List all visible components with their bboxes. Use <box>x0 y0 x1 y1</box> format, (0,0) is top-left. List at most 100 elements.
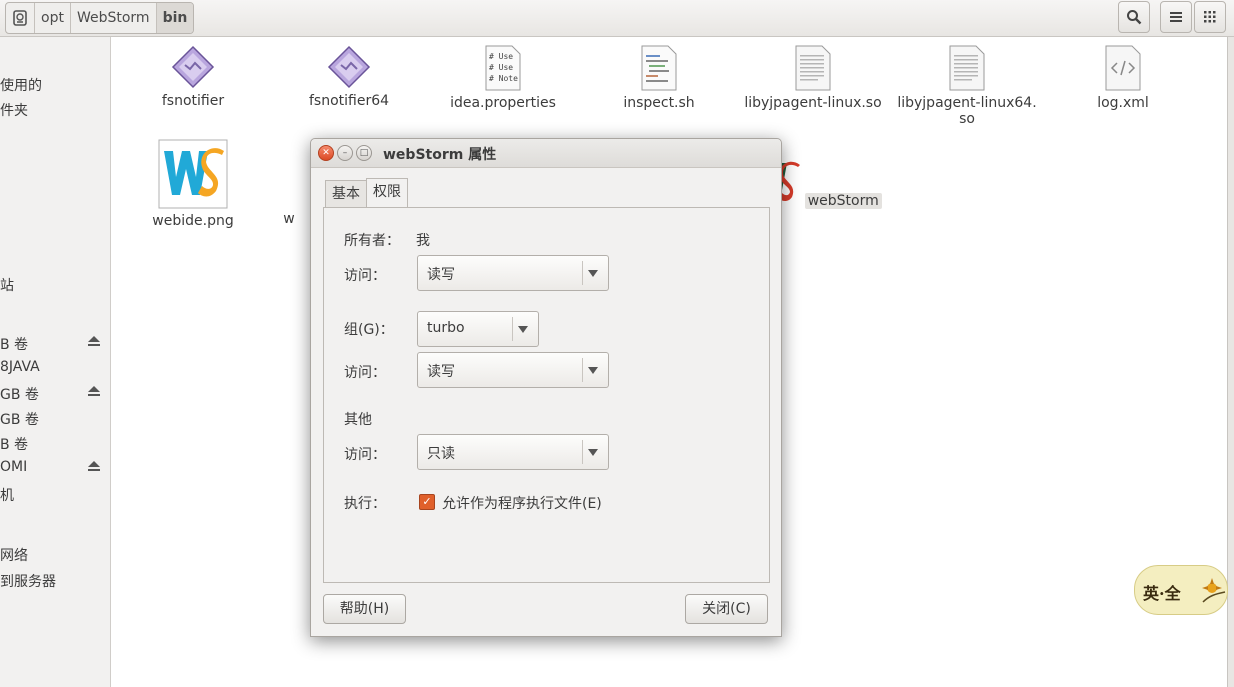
file-name: log.xml <box>1097 95 1149 111</box>
ws-image-icon <box>158 139 228 209</box>
search-icon <box>1127 10 1142 25</box>
file-item[interactable]: libyjpagent-linux64. so <box>892 45 1042 127</box>
close-icon: ✕ <box>322 148 330 158</box>
exec-label: 执行： <box>344 496 386 512</box>
sidebar-item-volume-java[interactable]: 8JAVA <box>0 359 40 375</box>
watermark-seal: 英·全 <box>1134 565 1228 615</box>
properties-line: # Use <box>489 63 513 72</box>
group-access-select[interactable]: 读写 <box>417 352 609 388</box>
owner-access-select[interactable]: 读写 <box>417 255 609 291</box>
list-view-icon <box>1170 12 1182 22</box>
window-minimize-button[interactable]: – <box>337 145 353 161</box>
file-name: w <box>283 211 295 227</box>
file-name: fsnotifier <box>161 93 225 109</box>
sidebar-item-computer[interactable]: 机 <box>0 485 14 505</box>
crumb-opt[interactable]: opt <box>35 3 71 33</box>
grid-view-icon <box>1204 11 1216 23</box>
file-name: libyjpagent-linux64. <box>897 95 1037 111</box>
tab-permissions[interactable]: 权限 <box>366 178 408 207</box>
group-value: turbo <box>427 320 465 336</box>
properties-dialog: ✕ – □ webStorm 属性 基本 权限 所有者： 我 访问： 读写 组(… <box>310 138 782 637</box>
group-label: 组(G)： <box>344 322 394 338</box>
xml-file-icon <box>1105 45 1141 91</box>
group-select[interactable]: turbo <box>417 311 539 347</box>
eject-icon[interactable] <box>87 335 101 347</box>
sidebar-item-volume-1[interactable]: B 卷 <box>0 334 28 354</box>
exec-checkbox-label[interactable]: 允许作为程序执行文件(E) <box>442 493 602 513</box>
sidebar-item-network[interactable]: 网络 <box>0 545 28 565</box>
flower-icon <box>1202 578 1226 603</box>
sidebar-item-volume-2[interactable]: GB 卷 <box>0 384 39 404</box>
file-item[interactable]: log.xml <box>1048 45 1198 111</box>
sidebar-item-volume-5[interactable]: OMI <box>0 459 27 475</box>
minimize-icon: – <box>342 148 348 158</box>
header-bar: opt WebStorm bin <box>0 0 1234 37</box>
others-access-select[interactable]: 只读 <box>417 434 609 470</box>
properties-line: # Note <box>489 74 518 83</box>
crumb-webstorm[interactable]: WebStorm <box>71 3 157 33</box>
group-access-label: 访问： <box>344 365 386 381</box>
owner-value: 我 <box>416 233 430 249</box>
tab-bar: 基本 权限 <box>325 178 408 209</box>
file-name: fsnotifier64 <box>308 93 390 109</box>
sidebar: 使用的 件夹 站 B 卷 8JAVA GB 卷 GB 卷 B 卷 OMI 机 网… <box>0 37 111 687</box>
window-maximize-button[interactable]: □ <box>356 145 372 161</box>
dialog-title: webStorm 属性 <box>383 147 497 163</box>
checkmark-icon: ✓ <box>422 495 432 508</box>
file-item[interactable]: libyjpagent-linux.so <box>738 45 888 111</box>
breadcrumb: opt WebStorm bin <box>5 2 195 34</box>
chevron-down-icon <box>588 270 598 277</box>
sidebar-item-volume-3[interactable]: GB 卷 <box>0 409 39 429</box>
script-file-icon <box>641 45 677 91</box>
others-access-value: 只读 <box>427 446 455 462</box>
library-file-icon <box>795 45 831 91</box>
scrollbar[interactable] <box>1227 37 1234 687</box>
file-name: webStorm <box>804 193 882 209</box>
chevron-down-icon <box>588 449 598 456</box>
file-item[interactable]: # Use # Use # Note idea.properties <box>428 45 578 111</box>
search-button[interactable] <box>1118 1 1150 33</box>
close-button[interactable]: 关闭(C) <box>685 594 768 624</box>
eject-icon[interactable] <box>87 460 101 472</box>
eject-icon[interactable] <box>87 385 101 397</box>
file-item[interactable]: fsnotifier64 <box>274 45 424 109</box>
file-name: libyjpagent-linux.so <box>744 95 882 111</box>
file-name-cont: so <box>959 111 975 127</box>
grid-view-button[interactable] <box>1194 1 1226 33</box>
list-view-button[interactable] <box>1160 1 1192 33</box>
permissions-panel: 所有者： 我 访问： 读写 组(G)： turbo 访问： 读写 其他 访问： … <box>323 207 770 583</box>
group-access-value: 读写 <box>427 364 455 380</box>
binary-diamond-icon <box>327 45 371 89</box>
dialog-titlebar[interactable]: ✕ – □ webStorm 属性 <box>311 139 781 168</box>
sidebar-item-connect-server[interactable]: 到服务器 <box>0 571 56 591</box>
crumb-root[interactable] <box>6 3 35 33</box>
chevron-down-icon <box>588 367 598 374</box>
file-item[interactable]: inspect.sh <box>584 45 734 111</box>
library-file-icon <box>949 45 985 91</box>
owner-label: 所有者： <box>344 233 400 249</box>
sidebar-item-folder[interactable]: 件夹 <box>0 100 28 120</box>
file-item[interactable]: fsnotifier <box>118 45 268 109</box>
file-item[interactable]: webide.png <box>118 139 268 229</box>
binary-diamond-icon <box>171 45 215 89</box>
tab-basic[interactable]: 基本 <box>325 180 367 207</box>
window-close-button[interactable]: ✕ <box>318 145 334 161</box>
sidebar-item-volume-4[interactable]: B 卷 <box>0 434 28 454</box>
file-item[interactable]: w <box>274 211 304 227</box>
help-button[interactable]: 帮助(H) <box>323 594 406 624</box>
others-access-label: 访问： <box>344 447 386 463</box>
watermark-text: 英·全 <box>1143 584 1181 603</box>
crumb-bin[interactable]: bin <box>156 3 194 33</box>
owner-access-label: 访问： <box>344 268 386 284</box>
file-name: webide.png <box>152 213 234 229</box>
file-name: inspect.sh <box>623 95 695 111</box>
properties-line: # Use <box>489 52 513 61</box>
owner-access-value: 读写 <box>427 267 455 283</box>
file-name: idea.properties <box>450 95 556 111</box>
sidebar-item-trash[interactable]: 站 <box>0 275 14 295</box>
sidebar-item-recent[interactable]: 使用的 <box>0 75 42 95</box>
chevron-down-icon <box>518 326 528 333</box>
exec-checkbox[interactable]: ✓ <box>419 494 435 510</box>
drive-icon <box>13 10 27 26</box>
text-file-icon: # Use # Use # Note <box>485 45 521 91</box>
